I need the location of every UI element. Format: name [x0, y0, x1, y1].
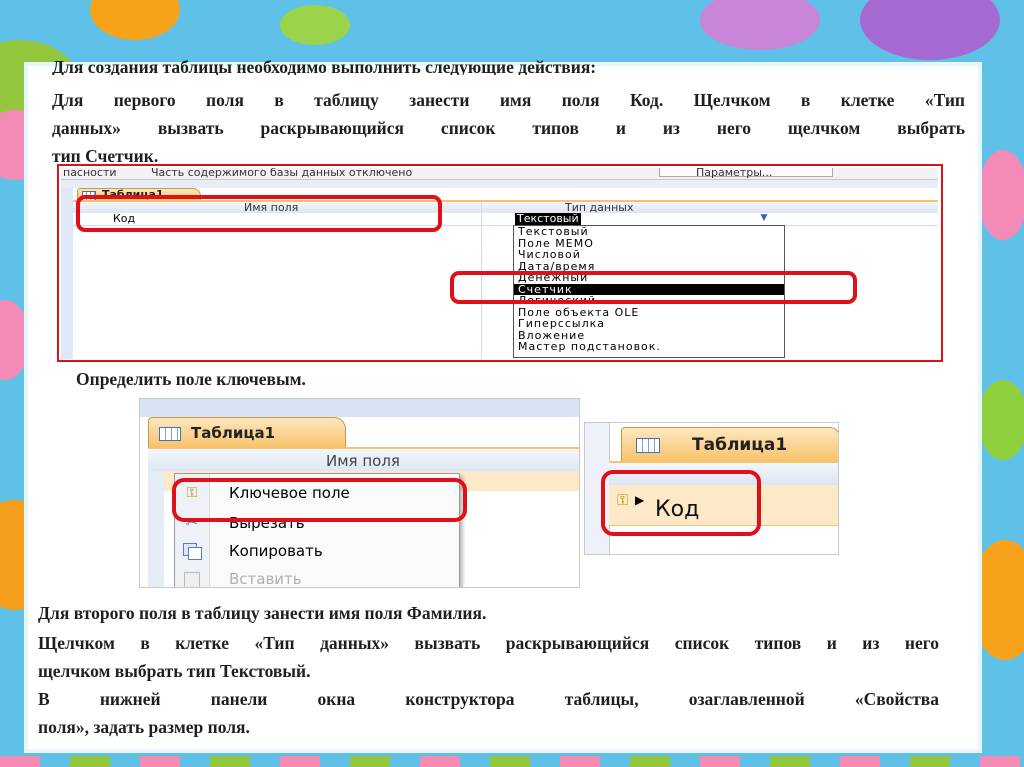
dropdown-option[interactable]: Гиперссылка	[514, 318, 784, 330]
header-title: Для создания таблицы необходимо выполнит…	[52, 59, 597, 75]
header-line-1: Для первого поля в таблицу занести имя п…	[52, 90, 965, 110]
footer-line-3: щелчком выбрать тип Текстовый.	[38, 661, 311, 681]
security-bar-label: пасности	[63, 168, 117, 179]
security-bar-message: Часть содержимого базы данных отключено	[151, 168, 413, 179]
column-header-field-name[interactable]: Имя поля	[326, 449, 400, 473]
tab-table1[interactable]: Таблица1	[621, 427, 838, 462]
dropdown-option[interactable]: Мастер подстановок.	[514, 341, 784, 353]
table-icon	[159, 427, 181, 441]
highlight-field-name	[76, 195, 442, 232]
butterfly-decoration	[860, 0, 1000, 60]
border-decoration	[0, 756, 1024, 767]
footer-line-2: Щелчком в клетке «Тип данных» вызвать ра…	[38, 633, 939, 653]
tab-label: Таблица1	[191, 424, 276, 442]
chevron-down-icon[interactable]: ▼	[758, 213, 770, 224]
butterfly-decoration	[0, 300, 30, 380]
butterfly-decoration	[90, 0, 180, 40]
highlight-counter-option	[450, 271, 857, 304]
ribbon-gap	[61, 180, 938, 188]
table-icon	[636, 438, 660, 453]
highlight-primary-key	[172, 478, 467, 522]
butterfly-decoration	[970, 540, 1024, 660]
tab-label: Таблица1	[692, 435, 788, 455]
copy-icon-sheet	[188, 547, 202, 560]
ribbon-strip	[140, 399, 579, 417]
menu-item-label: Вставить	[229, 570, 302, 588]
footer-line-4: В нижней панели окна конструктора таблиц…	[38, 689, 939, 709]
menu-item-copy[interactable]: Копировать	[175, 538, 459, 564]
row-selector	[148, 471, 164, 587]
paste-icon	[184, 572, 200, 587]
options-button[interactable]: Параметры...	[659, 168, 833, 178]
object-nav-left	[61, 188, 73, 359]
dropdown-option[interactable]: Числовой	[514, 249, 784, 261]
security-bar: пасности Часть содержимого базы данных о…	[61, 168, 938, 180]
butterfly-decoration	[978, 380, 1024, 460]
content-card: Для создания таблицы необходимо выполнит…	[28, 59, 978, 749]
dropdown-option[interactable]: Текстовый	[514, 226, 784, 238]
data-type-cell[interactable]: Текстовый	[515, 213, 581, 225]
menu-item-paste[interactable]: Вставить	[175, 566, 459, 588]
instruction-key-field: Определить поле ключевым.	[76, 369, 306, 389]
menu-item-label: Копировать	[229, 542, 323, 560]
highlight-key-field	[601, 470, 761, 536]
header-line-2: данных» вызвать раскрывающийся список ти…	[52, 118, 965, 138]
butterfly-decoration	[280, 5, 350, 45]
butterfly-decoration	[700, 0, 820, 50]
butterfly-decoration	[978, 150, 1024, 240]
footer-line-5: поля», задать размер поля.	[38, 717, 250, 737]
tab-table1[interactable]: Таблица1	[148, 417, 346, 448]
grid-header: Имя поля	[148, 447, 579, 473]
footer-line-1: Для второго поля в таблицу занести имя п…	[38, 603, 487, 623]
